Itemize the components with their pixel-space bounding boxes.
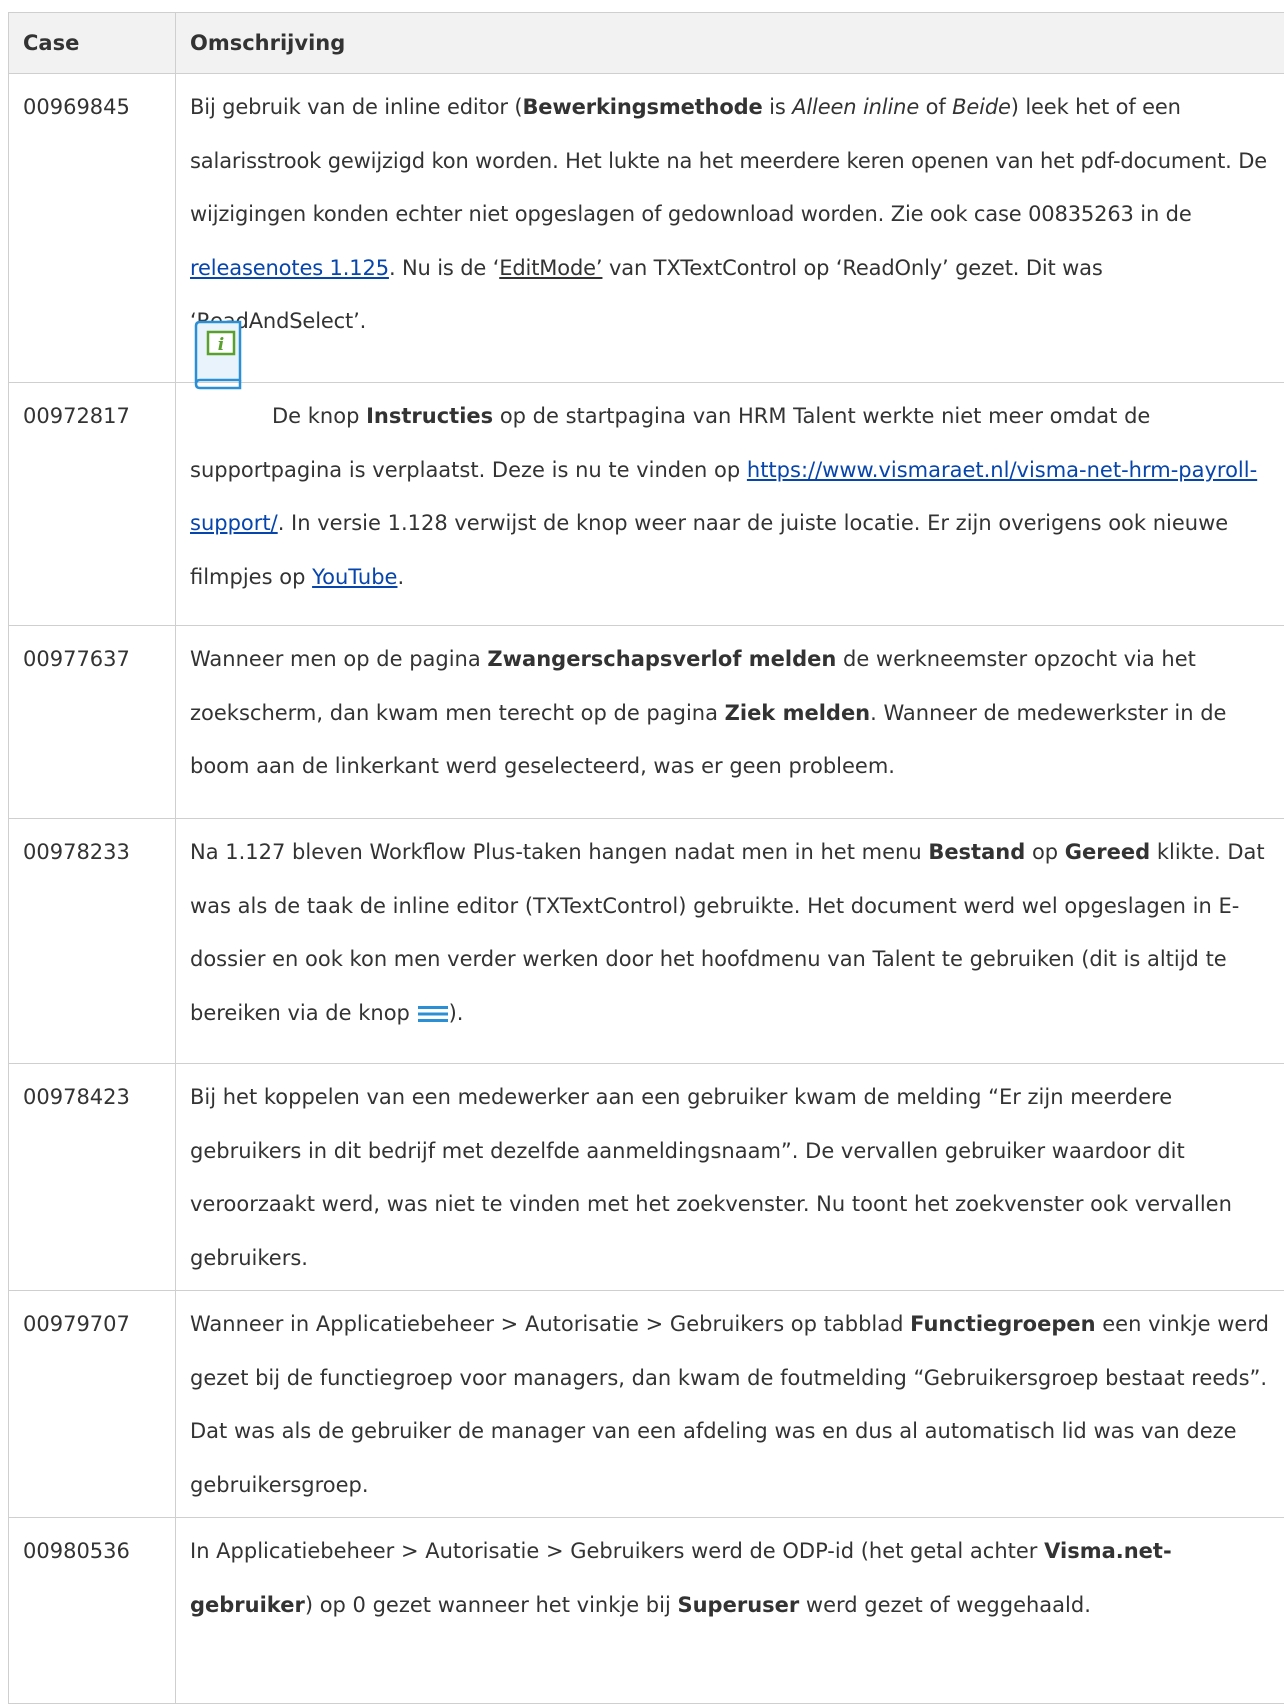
release-notes-table: Case Omschrijving 00969845 Bij gebruik v… <box>8 12 1284 1704</box>
case-description: Na 1.127 bleven Workflow Plus-taken hang… <box>176 819 1284 1064</box>
bold-term: Instructies <box>366 404 493 428</box>
text: . Nu is de ‘ <box>389 256 499 280</box>
text: werd gezet of weggehaald. <box>799 1593 1091 1617</box>
table-row: 00978233 Na 1.127 bleven Workflow Plus-t… <box>9 819 1284 1064</box>
table-row: 00978423 Bij het koppelen van een medewe… <box>9 1064 1284 1291</box>
italic-term: Alleen inline <box>792 95 919 119</box>
text: Wanneer in Applicatiebeheer > Autorisati… <box>190 1312 910 1336</box>
italic-term: Beide <box>952 95 1011 119</box>
bold-term: Zwangerschapsverlof melden <box>487 647 836 671</box>
case-description: Bij het koppelen van een medewerker aan … <box>176 1064 1284 1291</box>
table-row: 00980536 In Applicatiebeheer > Autorisat… <box>9 1518 1284 1704</box>
case-id: 00969845 <box>9 74 176 383</box>
header-case: Case <box>9 13 176 74</box>
table-row: 00977637 Wanneer men op de pagina Zwange… <box>9 626 1284 819</box>
text: ). <box>449 1001 464 1025</box>
text: . <box>397 565 404 589</box>
text: Bij gebruik van de inline editor ( <box>190 95 522 119</box>
youtube-link[interactable]: YouTube <box>312 565 397 589</box>
case-id: 00972817 <box>9 383 176 626</box>
text: ) op 0 gezet wanneer het vinkje bij <box>305 1593 678 1617</box>
table-header-row: Case Omschrijving <box>9 13 1284 74</box>
text: of <box>919 95 952 119</box>
bold-term: Ziek melden <box>725 701 871 725</box>
hamburger-menu-icon <box>418 1005 448 1023</box>
case-description: Bij gebruik van de inline editor (Bewerk… <box>176 74 1284 383</box>
bold-term: Superuser <box>677 1593 799 1617</box>
bold-term: Functiegroepen <box>910 1312 1095 1336</box>
case-description: Wanneer men op de pagina Zwangerschapsve… <box>176 626 1284 819</box>
text: op <box>1025 840 1065 864</box>
text: De knop <box>272 404 366 428</box>
case-id: 00980536 <box>9 1518 176 1704</box>
text: Wanneer men op de pagina <box>190 647 487 671</box>
svg-text:i: i <box>218 335 224 355</box>
releasenotes-link[interactable]: releasenotes 1.125 <box>190 256 389 280</box>
case-id: 00978233 <box>9 819 176 1064</box>
bold-term: Bestand <box>928 840 1025 864</box>
text: Bij het koppelen van een medewerker aan … <box>190 1085 1232 1270</box>
case-id: 00978423 <box>9 1064 176 1291</box>
text: In Applicatiebeheer > Autorisatie > Gebr… <box>190 1539 1044 1563</box>
case-description: De knop Instructies op de startpagina va… <box>176 383 1284 626</box>
text: Na 1.127 bleven Workflow Plus-taken hang… <box>190 840 928 864</box>
case-description: In Applicatiebeheer > Autorisatie > Gebr… <box>176 1518 1284 1704</box>
bold-term: Bewerkingsmethode <box>522 95 762 119</box>
case-id: 00977637 <box>9 626 176 819</box>
table-row: 00979707 Wanneer in Applicatiebeheer > A… <box>9 1291 1284 1518</box>
text: klikte. Dat was als de taak de inline ed… <box>190 840 1265 1025</box>
case-id: 00979707 <box>9 1291 176 1518</box>
table-row: 00972817 De knop Instructies op de start… <box>9 383 1284 626</box>
case-description: Wanneer in Applicatiebeheer > Autorisati… <box>176 1291 1284 1518</box>
header-description: Omschrijving <box>176 13 1284 74</box>
text: een vinkje werd gezet bij de functiegroe… <box>190 1312 1269 1497</box>
text: is <box>763 95 793 119</box>
editmode-term: EditMode’ <box>499 256 602 280</box>
info-book-icon: i <box>190 320 250 392</box>
bold-term: Gereed <box>1065 840 1150 864</box>
